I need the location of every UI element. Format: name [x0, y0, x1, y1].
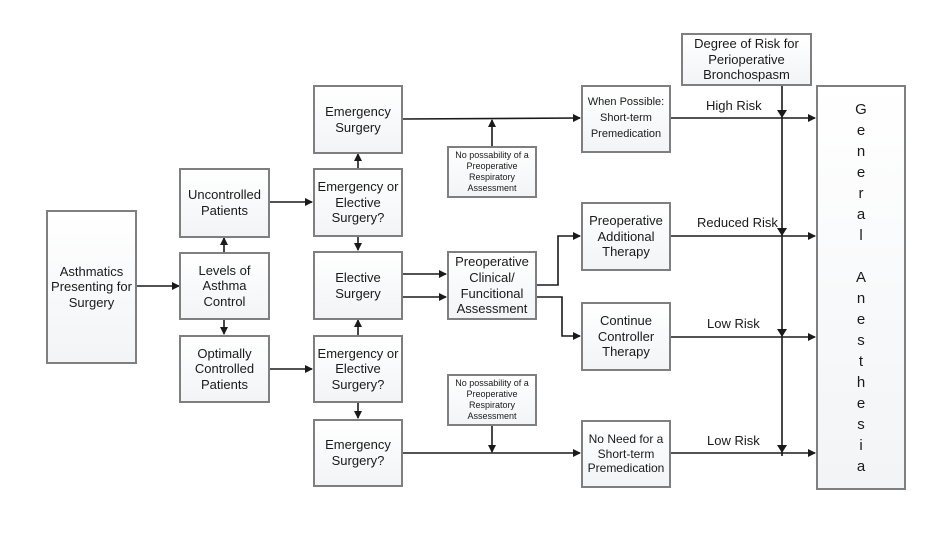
node-levels-label: Levels of Asthma Control — [198, 262, 251, 309]
node-emorel-top-label: Emergency or Elective Surgery? — [317, 179, 399, 226]
node-degree-of-risk-label: Degree of Risk for Perioperative Broncho… — [694, 36, 799, 83]
node-elective-label: Elective Surgery — [335, 269, 381, 301]
node-levels-of-asthma-control: Levels of Asthma Control — [179, 252, 270, 320]
node-asthmatics: Asthmatics Presenting for Surgery — [46, 210, 137, 364]
edge-label-reduced-risk: Reduced Risk — [697, 215, 778, 230]
node-preop-additional-label: Preoperative Additional Therapy — [589, 213, 663, 260]
general-anesthesia-letter: n — [856, 290, 866, 307]
general-anesthesia-letter: t — [858, 353, 864, 370]
general-anesthesia-letter: e — [856, 122, 866, 139]
general-anesthesia-letter: a — [856, 206, 866, 223]
node-no-possibility-bottom: No possability of a Preoperative Respira… — [447, 374, 537, 426]
general-anesthesia-letter: e — [856, 395, 866, 412]
edge-preop-to-additional — [536, 232, 581, 286]
edge-preop-to-continue — [536, 296, 581, 340]
risk-arrowhead-high — [777, 110, 787, 118]
node-preop-clinical-label: Preoperative Clinical/ Funcitional Asses… — [455, 254, 529, 317]
node-preop-clinical-assessment: Preoperative Clinical/ Funcitional Asses… — [447, 251, 537, 320]
node-emergency-top-label: Emergency Surgery — [325, 103, 391, 135]
general-anesthesia-letter: r — [858, 185, 864, 202]
node-asthmatics-label: Asthmatics Presenting for Surgery — [51, 263, 132, 310]
node-emergency-or-elective-bottom: Emergency or Elective Surgery? — [313, 335, 403, 403]
general-anesthesia-letter: e — [856, 164, 866, 181]
general-anesthesia-letter: l — [859, 227, 863, 244]
general-anesthesia-letter: s — [857, 332, 865, 349]
node-uncontrolled-patients: Uncontrolled Patients — [179, 168, 270, 238]
general-anesthesia-letter: A — [855, 269, 866, 286]
flowchart-canvas: Asthmatics Presenting for Surgery Levels… — [0, 0, 950, 541]
general-anesthesia-letter: e — [856, 311, 866, 328]
node-when-possible-premedication: When Possible: Short-term Premedication — [581, 85, 671, 153]
node-emergency-or-elective-top: Emergency or Elective Surgery? — [313, 168, 403, 237]
node-emergency-bottom-label: Emergency Surgery? — [325, 437, 391, 468]
node-continue-controller-label: Continue Controller Therapy — [597, 313, 655, 360]
node-no-need-label: No Need for a Short-term Premedication — [587, 432, 665, 476]
risk-arrowhead-low-1 — [777, 329, 787, 337]
risk-arrowhead-low-2 — [777, 445, 787, 453]
edge-emergency-to-whenpossible — [401, 114, 581, 123]
general-anesthesia-letter — [859, 248, 863, 269]
general-anesthesia-letter: G — [855, 101, 867, 118]
node-emergency-surgery: Emergency Surgery — [313, 85, 403, 154]
node-degree-of-risk: Degree of Risk for Perioperative Broncho… — [681, 33, 812, 86]
node-emergency-surgery-q: Emergency Surgery? — [313, 419, 403, 487]
edge-label-low-risk-2: Low Risk — [707, 433, 760, 448]
general-anesthesia-letter: h — [856, 374, 866, 391]
node-no-possibility-top-label: No possability of a Preoperative Respira… — [455, 150, 529, 193]
node-elective-surgery: Elective Surgery — [313, 251, 403, 320]
node-general-anesthesia: General Anesthesia — [816, 85, 906, 490]
node-preop-additional-therapy: Preoperative Additional Therapy — [581, 202, 671, 271]
node-optimally-label: Optimally Controlled Patients — [194, 345, 255, 392]
general-anesthesia-letter: i — [859, 437, 863, 454]
risk-arrowhead-reduced — [777, 228, 787, 236]
edge-label-low-risk-1: Low Risk — [707, 316, 760, 331]
node-emorel-bottom-label: Emergency or Elective Surgery? — [317, 345, 399, 392]
node-continue-controller-therapy: Continue Controller Therapy — [581, 302, 671, 371]
node-when-possible-label: When Possible: Short-term Premedication — [587, 96, 665, 140]
general-anesthesia-letter: s — [857, 416, 865, 433]
node-no-possibility-bottom-label: No possability of a Preoperative Respira… — [455, 378, 529, 421]
node-uncontrolled-label: Uncontrolled Patients — [188, 187, 261, 218]
edge-label-high-risk: High Risk — [706, 98, 762, 113]
general-anesthesia-letter: n — [856, 143, 866, 160]
node-optimally-controlled: Optimally Controlled Patients — [179, 335, 270, 403]
general-anesthesia-letter: a — [856, 458, 866, 475]
node-no-possibility-top: No possability of a Preoperative Respira… — [447, 146, 537, 198]
node-no-need-premedication: No Need for a Short-term Premedication — [581, 420, 671, 488]
